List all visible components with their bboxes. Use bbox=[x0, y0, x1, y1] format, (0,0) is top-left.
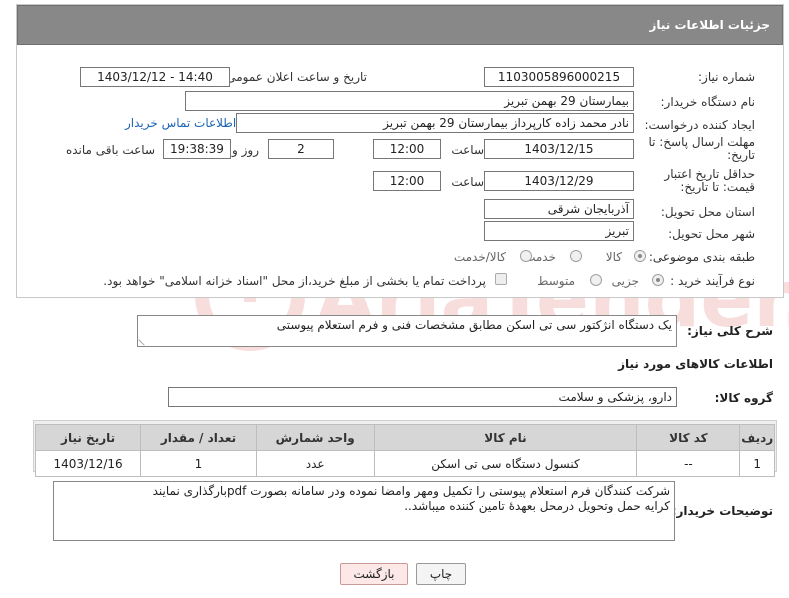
panel-header: جزئیات اطلاعات نیاز bbox=[17, 5, 783, 45]
buyer-field: بیمارستان 29 بهمن تبریز bbox=[185, 91, 634, 111]
city-label: شهر محل تحویل: bbox=[668, 227, 755, 241]
table-header-row: ردیف کد کالا نام کالا واحد شمارش تعداد /… bbox=[34, 424, 775, 451]
buyer-contact-link[interactable]: اطلاعات تماس خریدار bbox=[125, 116, 236, 130]
goods-group-field: دارو، پزشکی و سلامت bbox=[168, 387, 677, 407]
deadline-time-label: ساعت bbox=[451, 143, 484, 157]
description-text: یک دستگاه انژکتور سی تی اسکن مطابق مشخصا… bbox=[276, 318, 672, 332]
items-table: ردیف کد کالا نام کالا واحد شمارش تعداد /… bbox=[34, 424, 775, 477]
cell-row: 1 bbox=[739, 450, 775, 477]
deadline-label: مهلت ارسال پاسخ: تا تاریخ: bbox=[648, 135, 755, 162]
deadline-date-field: 1403/12/15 bbox=[484, 139, 634, 159]
goods-group-label: گروه کالا: bbox=[714, 391, 773, 405]
col-row: ردیف bbox=[739, 424, 775, 451]
city-field: تبریز bbox=[484, 221, 634, 241]
col-unit: واحد شمارش bbox=[255, 424, 375, 451]
description-label: شرح کلی نیاز: bbox=[687, 324, 773, 338]
col-code: کد کالا bbox=[636, 424, 741, 451]
category-option-goods-service: کالا/خدمت bbox=[453, 250, 506, 264]
creator-field: نادر محمد زاده کارپرداز بیمارستان 29 بهم… bbox=[236, 113, 634, 133]
cell-quantity: 1 bbox=[140, 450, 257, 477]
need-number-label: شماره نیاز: bbox=[698, 70, 755, 84]
announce-label: تاریخ و ساعت اعلان عمومی: bbox=[222, 70, 367, 84]
province-field: آذربایجان شرقی bbox=[484, 199, 634, 219]
category-option-goods: کالا bbox=[605, 250, 622, 264]
category-radio-goods-service[interactable] bbox=[520, 250, 532, 262]
cell-code: -- bbox=[636, 450, 741, 477]
process-radio-minor[interactable] bbox=[652, 274, 664, 286]
province-label: استان محل تحویل: bbox=[660, 205, 755, 219]
back-button[interactable]: بازگشت bbox=[340, 563, 408, 585]
process-radio-medium[interactable] bbox=[590, 274, 602, 286]
need-number-field: 1103005896000215 bbox=[484, 67, 634, 87]
time-remaining-label: ساعت باقی مانده bbox=[65, 143, 155, 157]
buyer-notes-line2: کرایه حمل وتحویل درمحل بعهدۀ تامین کننده… bbox=[404, 499, 670, 513]
days-label: روز و bbox=[232, 143, 259, 157]
cell-name: کنسول دستگاه سی تی اسکن bbox=[373, 450, 638, 477]
description-field: یک دستگاه انژکتور سی تی اسکن مطابق مشخصا… bbox=[137, 315, 677, 347]
table-row: 1 -- کنسول دستگاه سی تی اسکن عدد 1 1403/… bbox=[34, 450, 775, 477]
min-validity-label: حداقل تاریخ اعتبار قیمت: تا تاریخ: bbox=[664, 167, 755, 194]
col-quantity: تعداد / مقدار bbox=[140, 424, 257, 451]
page-title: جزئیات اطلاعات نیاز bbox=[649, 18, 770, 32]
buyer-label: نام دستگاه خریدار: bbox=[660, 95, 756, 109]
goods-info-title: اطلاعات کالاهای مورد نیاز bbox=[618, 357, 773, 371]
print-button[interactable]: چاپ bbox=[416, 563, 466, 585]
category-radio-service[interactable] bbox=[570, 250, 582, 262]
buyer-notes-field: شرکت کنندگان فرم استعلام پیوستی را تکمیل… bbox=[53, 481, 675, 541]
announce-date-field: 1403/12/12 - 14:40 bbox=[80, 67, 230, 87]
category-label: طبقه بندی موضوعی: bbox=[648, 250, 755, 264]
treasury-payment-checkbox[interactable] bbox=[495, 273, 507, 285]
process-option-minor: جزیی bbox=[611, 274, 639, 288]
days-remaining-field: 2 bbox=[268, 139, 334, 159]
buyer-notes-line1: شرکت کنندگان فرم استعلام پیوستی را تکمیل… bbox=[152, 484, 670, 498]
time-remaining-field: 19:38:39 bbox=[163, 139, 231, 159]
col-name: نام کالا bbox=[373, 424, 638, 451]
validity-time-label: ساعت bbox=[451, 175, 484, 189]
buyer-notes-label: توضیحات خریدار: bbox=[671, 504, 773, 518]
resize-grip-icon[interactable] bbox=[138, 334, 150, 346]
creator-label: ایجاد کننده درخواست: bbox=[644, 118, 755, 132]
validity-time-field: 12:00 bbox=[373, 171, 441, 191]
validity-date-field: 1403/12/29 bbox=[484, 171, 634, 191]
process-option-medium: متوسط bbox=[537, 274, 575, 288]
cell-need-date: 1403/12/16 bbox=[34, 450, 142, 477]
treasury-payment-note: پرداخت تمام یا بخشی از مبلغ خرید،از محل … bbox=[103, 274, 486, 288]
col-need-date: تاریخ نیاز bbox=[34, 424, 142, 451]
deadline-time-field: 12:00 bbox=[373, 139, 441, 159]
category-radio-goods[interactable] bbox=[634, 250, 646, 262]
process-label: نوع فرآیند خرید : bbox=[670, 274, 755, 288]
cell-unit: عدد bbox=[255, 450, 375, 477]
